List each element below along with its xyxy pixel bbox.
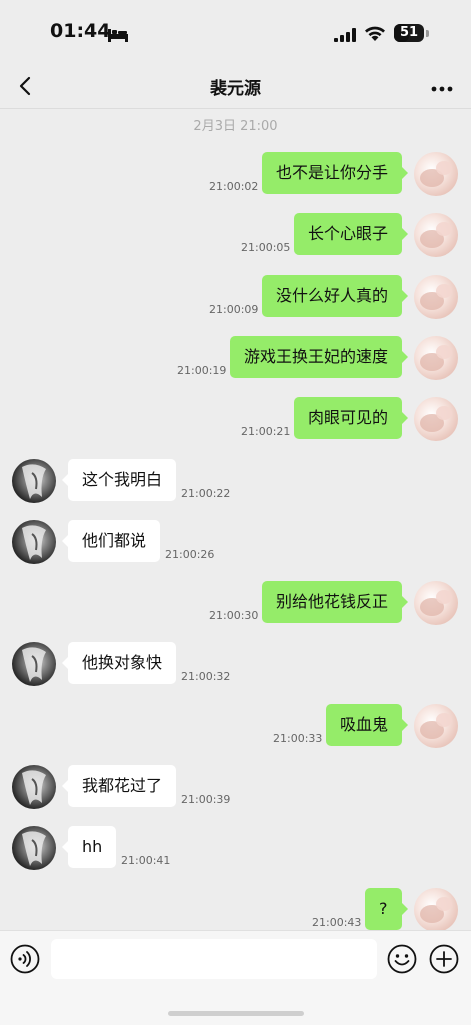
message-timestamp: 21:00:05 (241, 241, 291, 254)
message-row-sent: 吸血鬼 21:00:33 (0, 704, 471, 754)
contact-avatar[interactable] (12, 765, 56, 809)
message-timestamp: 21:00:43 (312, 916, 362, 929)
plus-icon[interactable] (429, 944, 459, 978)
status-bar: 01:44 51 (0, 0, 471, 64)
my-avatar[interactable] (414, 397, 458, 441)
received-message-bubble[interactable]: 他换对象快 (61, 642, 177, 684)
message-timestamp: 21:00:26 (165, 548, 215, 561)
wifi-icon (364, 25, 386, 46)
message-row-sent: 别给他花钱反正 21:00:30 (0, 581, 471, 631)
battery-tip (426, 30, 429, 37)
sent-message-bubble[interactable]: 别给他花钱反正 (262, 581, 409, 623)
message-row-received: 我都花过了 21:00:39 (0, 765, 471, 815)
message-timestamp: 21:00:41 (121, 854, 171, 867)
message-timestamp: 21:00:39 (181, 793, 231, 806)
message-input[interactable] (51, 939, 377, 979)
my-avatar[interactable] (414, 704, 458, 748)
contact-avatar[interactable] (12, 520, 56, 564)
sent-message-bubble[interactable]: 游戏王换王妃的速度 (230, 336, 409, 378)
sent-message-bubble[interactable]: 肉眼可见的 (294, 397, 409, 439)
message-timestamp: 21:00:09 (209, 303, 259, 316)
status-time: 01:44 (50, 20, 111, 42)
contact-avatar[interactable] (12, 459, 56, 503)
sent-message-bubble[interactable]: 没什么好人真的 (262, 275, 409, 317)
received-message-bubble[interactable]: 他们都说 (61, 520, 161, 562)
my-avatar[interactable] (414, 336, 458, 380)
message-timestamp: 21:00:21 (241, 425, 291, 438)
bed-icon (108, 27, 128, 46)
chat-header: 裴元源 (0, 64, 471, 109)
message-row-sent: 肉眼可见的 21:00:21 (0, 397, 471, 447)
message-timestamp: 21:00:30 (209, 609, 259, 622)
message-row-sent: 没什么好人真的 21:00:09 (0, 275, 471, 325)
sent-message-bubble[interactable]: 长个心眼子 (294, 213, 409, 255)
my-avatar[interactable] (414, 888, 458, 932)
voice-icon[interactable] (10, 944, 40, 978)
contact-avatar[interactable] (12, 642, 56, 686)
sent-message-bubble[interactable]: ? (365, 888, 407, 930)
message-timestamp: 21:00:19 (177, 364, 227, 377)
message-row-received: 他换对象快 21:00:32 (0, 642, 471, 692)
message-row-sent: 游戏王换王妃的速度 21:00:19 (0, 336, 471, 386)
more-dots-icon[interactable] (430, 80, 454, 92)
message-timestamp: 21:00:32 (181, 670, 231, 683)
received-message-bubble[interactable]: hh (61, 826, 117, 868)
message-timestamp: 21:00:33 (273, 732, 323, 745)
message-row-sent: 也不是让你分手 21:00:02 (0, 152, 471, 202)
date-divider: 2月3日 21:00 (193, 119, 278, 134)
message-timestamp: 21:00:02 (209, 180, 259, 193)
received-message-bubble[interactable]: 这个我明白 (61, 459, 177, 501)
emoji-icon[interactable] (387, 944, 417, 978)
message-timestamp: 21:00:22 (181, 487, 231, 500)
my-avatar[interactable] (414, 275, 458, 319)
received-message-bubble[interactable]: 我都花过了 (61, 765, 177, 807)
message-row-sent: 长个心眼子 21:00:05 (0, 213, 471, 263)
battery-text: 51 (399, 25, 419, 40)
sent-message-bubble[interactable]: 吸血鬼 (326, 704, 409, 746)
chat-title: 裴元源 (210, 79, 261, 99)
battery-indicator: 51 (394, 24, 424, 42)
my-avatar[interactable] (414, 213, 458, 257)
message-row-received: 这个我明白 21:00:22 (0, 459, 471, 509)
my-avatar[interactable] (414, 152, 458, 196)
sent-message-bubble[interactable]: 也不是让你分手 (262, 152, 409, 194)
input-bar (0, 930, 471, 1025)
home-indicator (168, 1011, 304, 1016)
my-avatar[interactable] (414, 581, 458, 625)
message-row-received: hh 21:00:41 (0, 826, 471, 876)
contact-avatar[interactable] (12, 826, 56, 870)
message-row-received: 他们都说 21:00:26 (0, 520, 471, 570)
signal-icon (334, 27, 358, 46)
